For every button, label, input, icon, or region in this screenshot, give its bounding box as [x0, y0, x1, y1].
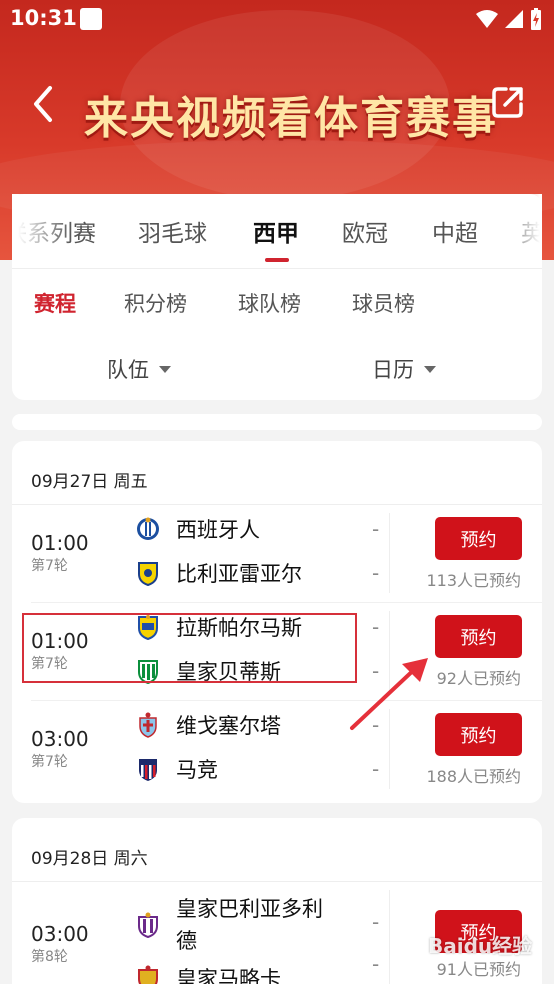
share-icon[interactable] [490, 84, 526, 120]
match-round: 第7轮 [31, 754, 68, 770]
team-filter[interactable]: 队伍 [107, 354, 171, 384]
team-name: 比利亚雷亚尔 [176, 562, 302, 586]
mallorca-logo-icon [138, 965, 158, 984]
subtab-schedule[interactable]: 赛程 [34, 288, 76, 318]
back-arrow-icon[interactable] [26, 84, 60, 124]
calendar-filter[interactable]: 日历 [372, 354, 436, 384]
status-bar: 10:31 [0, 0, 554, 36]
highlight-box [22, 613, 357, 683]
real-valladolid-logo-icon [138, 912, 158, 938]
tabs-fade-right [502, 194, 542, 266]
calendar-filter-label: 日历 [372, 358, 414, 382]
match-row[interactable]: 01:00 第7轮 西班牙人 比利亚雷亚尔 - - 预约 113人已预约 [12, 505, 542, 603]
battery-icon [531, 8, 541, 30]
tab-ucl[interactable]: 欧冠 [342, 214, 388, 248]
home-score: - [372, 910, 380, 934]
watermark: Baidu经验 [428, 934, 533, 958]
collapsed-card [12, 414, 542, 430]
home-team: 皇家巴利亚多利 德 [136, 890, 323, 960]
team-name: 马竞 [176, 758, 218, 782]
home-score: - [372, 615, 380, 639]
away-team: 比利亚雷亚尔 [136, 557, 302, 589]
subtab-player-ranking[interactable]: 球员榜 [352, 288, 415, 318]
team-name-line2: 德 [176, 929, 197, 953]
team-filter-label: 队伍 [107, 358, 149, 382]
match-row[interactable]: 03:00 第7轮 维戈塞尔塔 马竞 - - 预约 188人已预约 [12, 701, 542, 799]
match-time: 03:00 [31, 922, 89, 946]
notification-icon [80, 8, 102, 30]
booking-count: 91人已预约 [436, 960, 521, 979]
book-button[interactable]: 预约 [435, 713, 522, 756]
tabs-card: 联系列赛 羽毛球 西甲 欧冠 中超 英 赛程 积分榜 球队榜 球员榜 队伍 日历 [12, 194, 542, 400]
home-team: 西班牙人 [136, 513, 260, 545]
annotation-arrow-icon [350, 658, 428, 730]
booking-count: 113人已预约 [426, 571, 521, 590]
sport-tabs: 联系列赛 羽毛球 西甲 欧冠 中超 英 [12, 194, 542, 266]
divider [389, 890, 390, 984]
match-time: 01:00 [31, 531, 89, 555]
espanyol-logo-icon [137, 517, 159, 540]
subtab-standings[interactable]: 积分榜 [124, 288, 187, 318]
tabs-fade-left [12, 194, 72, 266]
active-tab-indicator [265, 258, 289, 262]
chevron-down-icon [159, 365, 171, 373]
day-card: 09月28日 周六 03:00 第8轮 皇家巴利亚多利 德 皇家马略卡 - - [12, 818, 542, 984]
team-name: 西班牙人 [176, 518, 260, 542]
wifi-icon [476, 10, 498, 28]
book-button[interactable]: 预约 [435, 615, 522, 658]
team-name: 皇家马略卡 [176, 967, 281, 984]
tab-badminton[interactable]: 羽毛球 [138, 214, 207, 248]
team-name: 皇家巴利亚多利 [176, 897, 323, 921]
subtab-team-ranking[interactable]: 球队榜 [238, 288, 301, 318]
match-round: 第7轮 [31, 558, 68, 574]
tab-laliga[interactable]: 西甲 [253, 214, 299, 248]
match-time: 03:00 [31, 727, 89, 751]
day-date: 09月27日 周五 [31, 472, 148, 492]
away-score: - [372, 561, 380, 585]
home-team: 维戈塞尔塔 [136, 709, 281, 741]
atletico-madrid-logo-icon [139, 759, 157, 781]
villarreal-logo-icon [138, 562, 158, 586]
book-button[interactable]: 预约 [435, 517, 522, 560]
page-title: 来央视频看体育赛事 [84, 93, 498, 144]
tab-csl[interactable]: 中超 [432, 214, 478, 248]
away-team: 马竞 [136, 753, 218, 785]
away-team: 皇家马略卡 [136, 962, 281, 984]
day-date: 09月28日 周六 [31, 849, 148, 869]
away-score: - [372, 757, 380, 781]
divider [389, 513, 390, 593]
divider [12, 268, 542, 269]
signal-icon [505, 10, 523, 28]
team-name-wrap: 皇家巴利亚多利 德 [176, 893, 323, 957]
home-score: - [372, 517, 380, 541]
away-score: - [372, 952, 380, 976]
celta-vigo-logo-icon [139, 712, 157, 738]
booking-count: 92人已预约 [436, 669, 521, 688]
match-round: 第8轮 [31, 949, 68, 965]
chevron-down-icon [424, 365, 436, 373]
status-time: 10:31 [10, 6, 77, 30]
booking-count: 188人已预约 [426, 767, 521, 786]
team-name: 维戈塞尔塔 [176, 714, 281, 738]
